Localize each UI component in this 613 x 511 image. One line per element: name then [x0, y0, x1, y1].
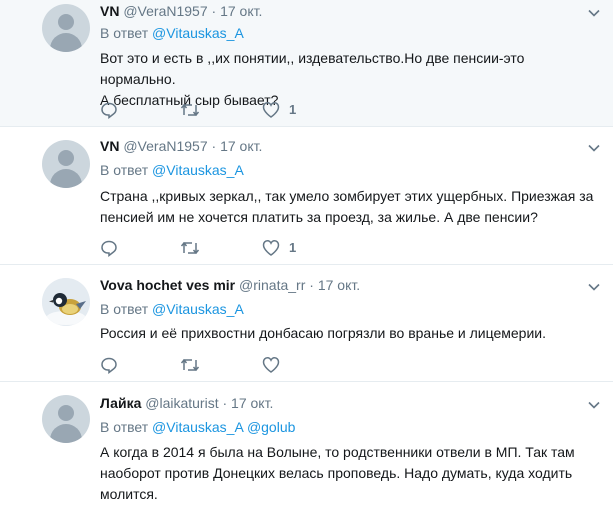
mention-link[interactable]: @golub	[247, 419, 295, 435]
tweet-text: Страна ,,кривых зеркал,, так умело зомби…	[100, 186, 600, 228]
chevron-down-icon[interactable]	[587, 6, 601, 20]
avatar[interactable]	[42, 140, 90, 188]
chevron-down-icon[interactable]	[587, 141, 601, 155]
reply-prefix: В ответ	[100, 162, 149, 178]
reply-icon	[101, 102, 117, 119]
avatar[interactable]	[42, 395, 90, 443]
mention-link[interactable]: @Vitauskas_A	[152, 419, 243, 435]
heart-icon	[262, 102, 280, 118]
reply-prefix: В ответ	[100, 25, 149, 41]
tweet[interactable]: Vova hochet ves mir @rinata_rr · 17 окт.…	[0, 265, 613, 382]
user-handle[interactable]: @laikaturist	[145, 395, 218, 411]
chevron-down-icon[interactable]	[587, 398, 601, 412]
display-name[interactable]: VN	[100, 138, 119, 154]
user-handle[interactable]: @VeraN1957	[123, 138, 207, 154]
retweet-icon	[180, 103, 200, 117]
tweet-date[interactable]: 17 окт.	[220, 138, 262, 154]
retweet-icon	[180, 358, 200, 372]
chevron-down-icon[interactable]	[587, 280, 601, 294]
tweet[interactable]: Лайка @laikaturist · 17 окт. В ответ @Vi…	[0, 382, 613, 511]
replying-to: В ответ @Vitauskas_A	[100, 301, 244, 317]
heart-icon	[262, 240, 280, 256]
tweet-text-line: Страна ,,кривых зеркал,, так умело зомби…	[100, 188, 594, 204]
tweet-header: VN @VeraN1957 · 17 окт.	[100, 138, 262, 154]
tweet-header: VN @VeraN1957 · 17 окт.	[100, 3, 262, 19]
tweet-date[interactable]: 17 окт.	[231, 395, 273, 411]
replying-to: В ответ @Vitauskas_A	[100, 162, 244, 178]
display-name[interactable]: Vova hochet ves mir	[100, 277, 235, 293]
display-name[interactable]: VN	[100, 3, 119, 19]
tweet-header: Лайка @laikaturist · 17 окт.	[100, 395, 273, 411]
tweet-text: А когда в 2014 я была на Волыне, то родс…	[100, 442, 600, 505]
tweet[interactable]: VN @VeraN1957 · 17 окт. В ответ @Vitausk…	[0, 127, 613, 265]
mention-link[interactable]: @Vitauskas_A	[152, 301, 244, 317]
avatar[interactable]	[42, 4, 90, 52]
tweet-text-line: А бесплатный сыр бывает?	[100, 92, 279, 108]
replying-to: В ответ @Vitauskas_A @golub	[100, 419, 295, 435]
separator-dot: ·	[211, 138, 217, 154]
tweet[interactable]: VN @VeraN1957 · 17 окт. В ответ @Vitausk…	[0, 0, 613, 127]
replying-to: В ответ @Vitauskas_A	[100, 25, 244, 41]
tweet-text-line: А когда в 2014 я была на Волыне, то родс…	[100, 444, 575, 460]
reply-prefix: В ответ	[100, 301, 149, 317]
reply-icon	[101, 357, 117, 374]
reply-prefix: В ответ	[100, 419, 149, 435]
display-name[interactable]: Лайка	[100, 395, 141, 411]
tweet-text: Россия и её прихвостни донбасаю погрязли…	[100, 323, 600, 344]
separator-dot: ·	[222, 395, 228, 411]
tweet-text-line: молится.	[100, 486, 158, 502]
user-handle[interactable]: @rinata_rr	[239, 277, 305, 293]
avatar[interactable]	[42, 278, 90, 326]
heart-icon	[262, 357, 280, 373]
tweet-text-line: пенсией им не хочется платить за проезд,…	[100, 209, 538, 225]
tweet-text-line: Россия и её прихвостни донбасаю погрязли…	[100, 325, 546, 341]
bird-avatar-icon	[42, 278, 90, 326]
tweet-date[interactable]: 17 окт.	[220, 3, 262, 19]
separator-dot: ·	[309, 277, 314, 293]
tweet-date[interactable]: 17 окт.	[318, 277, 360, 293]
user-handle[interactable]: @VeraN1957	[123, 3, 207, 19]
mention-link[interactable]: @Vitauskas_A	[152, 25, 244, 41]
tweet-timeline: VN @VeraN1957 · 17 окт. В ответ @Vitausk…	[0, 0, 613, 511]
tweet-header: Vova hochet ves mir @rinata_rr · 17 окт.	[100, 277, 360, 293]
like-count: 1	[289, 102, 297, 117]
like-count: 1	[289, 240, 297, 255]
tweet-text-line: Вот это и есть в ,,их понятии,, издевате…	[100, 50, 525, 87]
mention-link[interactable]: @Vitauskas_A	[152, 162, 244, 178]
tweet-text: Вот это и есть в ,,их понятии,, издевате…	[100, 48, 600, 111]
separator-dot: ·	[211, 3, 217, 19]
reply-icon	[101, 240, 117, 257]
tweet-text-line: наоборот против Донецких велась проповед…	[100, 465, 573, 481]
retweet-icon	[180, 241, 200, 255]
